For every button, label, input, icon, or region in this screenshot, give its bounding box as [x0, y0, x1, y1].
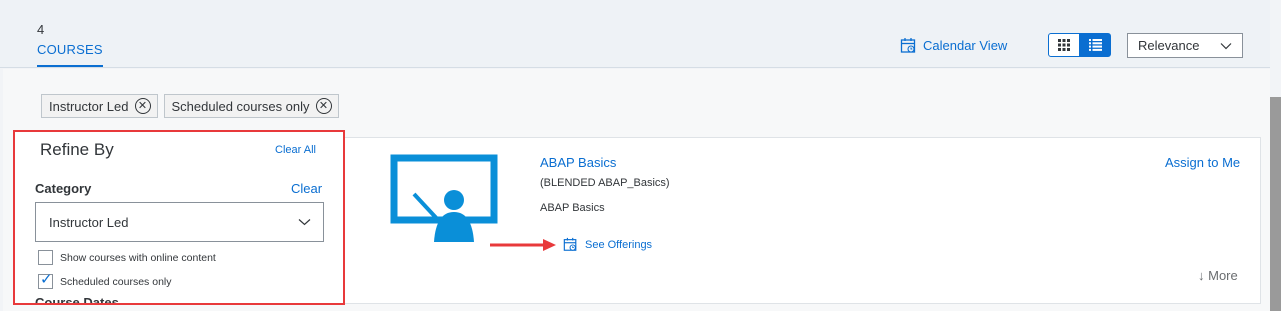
see-offerings-label: See Offerings: [585, 238, 653, 251]
more-button[interactable]: ↓ More: [1198, 268, 1238, 283]
list-icon: [1088, 39, 1102, 51]
scheduled-only-checkbox[interactable]: ✓ Scheduled courses only: [38, 271, 172, 289]
checkbox[interactable]: [38, 250, 53, 265]
filter-chip: Instructor Led ✕: [41, 94, 158, 118]
course-title-link[interactable]: ABAP Basics: [540, 155, 616, 170]
checkbox-label: Show courses with online content: [60, 251, 216, 264]
filter-chip-label: Instructor Led: [49, 98, 129, 114]
calendar-icon: [563, 237, 577, 251]
grid-icon: [1058, 39, 1070, 51]
see-offerings-link[interactable]: See Offerings: [563, 237, 652, 252]
chevron-down-icon: [1220, 42, 1232, 49]
calendar-view-button[interactable]: Calendar View: [900, 37, 1007, 54]
checkbox-label: Scheduled courses only: [60, 275, 172, 288]
instructor-led-icon: [390, 154, 498, 242]
refine-panel: Refine By Clear All Category Clear Instr…: [13, 130, 345, 305]
online-content-checkbox[interactable]: Show courses with online content: [38, 250, 216, 265]
calendar-icon: [900, 38, 916, 53]
active-filter-chips: Instructor Led ✕ Scheduled courses only …: [41, 94, 339, 118]
assign-to-me-link[interactable]: Assign to Me: [1165, 155, 1240, 170]
filter-chip: Scheduled courses only ✕: [163, 94, 339, 118]
refine-title: Refine By: [40, 140, 114, 159]
checkbox[interactable]: ✓: [38, 271, 53, 289]
scrollbar[interactable]: [1270, 97, 1281, 311]
view-toggle: [1048, 33, 1111, 57]
course-code: (BLENDED ABAP_Basics): [540, 177, 670, 189]
course-dates-label: Course Dates: [35, 295, 119, 305]
tab-courses[interactable]: COURSES: [37, 42, 103, 67]
sort-selected-value: Relevance: [1138, 38, 1200, 53]
clear-all-link[interactable]: Clear All: [275, 144, 316, 156]
chevron-down-icon: [298, 219, 311, 226]
category-clear-link[interactable]: Clear: [291, 181, 322, 196]
checkmark-icon: ✓: [40, 271, 53, 288]
red-arrow-annotation: [490, 239, 556, 251]
arrow-down-icon: ↓: [1198, 268, 1205, 283]
calendar-view-label: Calendar View: [923, 38, 1008, 53]
results-header: 4 COURSES Calendar View Relevance: [0, 0, 1270, 68]
category-selected-value: Instructor Led: [49, 214, 129, 230]
sort-select[interactable]: Relevance: [1127, 33, 1243, 58]
list-view-button[interactable]: [1079, 33, 1111, 57]
grid-view-button[interactable]: [1048, 33, 1080, 57]
filter-chip-label: Scheduled courses only: [171, 98, 310, 114]
more-label: More: [1208, 268, 1238, 283]
category-label: Category: [35, 181, 92, 196]
close-icon[interactable]: ✕: [134, 98, 151, 114]
category-select[interactable]: Instructor Led: [35, 202, 324, 242]
close-icon[interactable]: ✕: [315, 98, 332, 114]
results-count: 4: [37, 22, 45, 37]
course-description: ABAP Basics: [540, 202, 605, 214]
